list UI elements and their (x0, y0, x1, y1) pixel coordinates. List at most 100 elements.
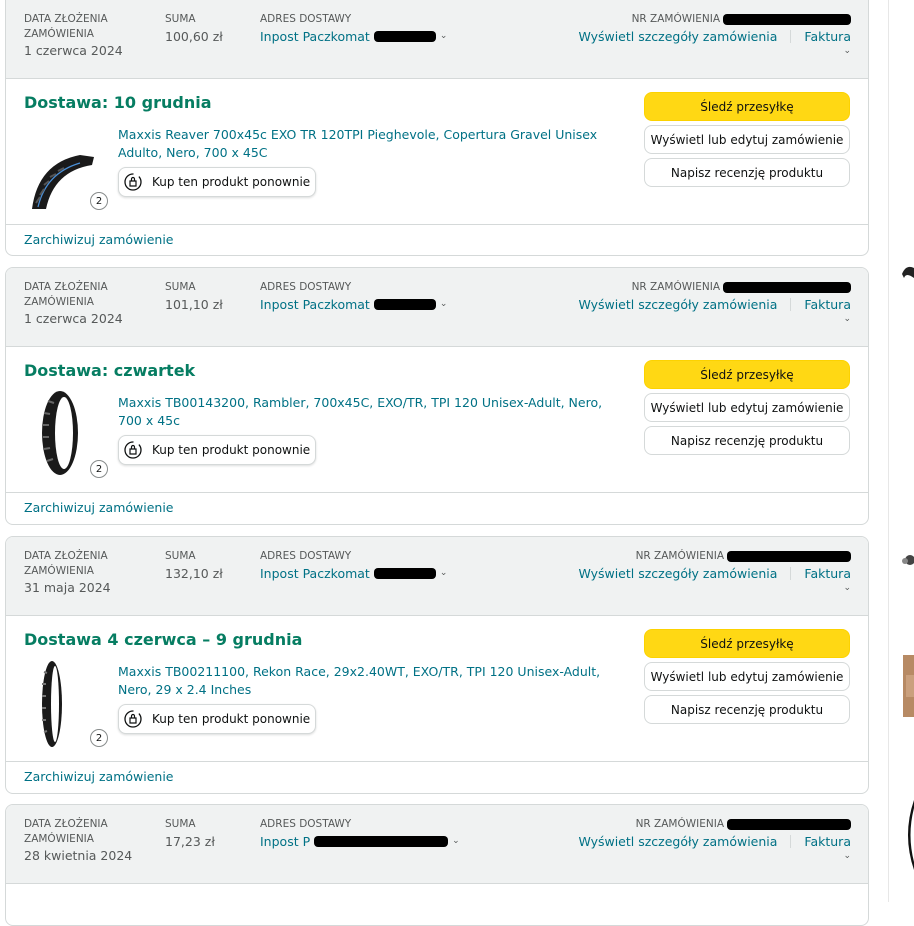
chevron-down-icon: ⌄ (439, 568, 448, 578)
order-date: 1 czerwca 2024 (24, 311, 123, 326)
delivery-status: Dostawa: czwartek (24, 361, 196, 380)
order-card: DATA ZŁOŻENIA ZAMÓWIENIA 31 maja 2024 SU… (5, 536, 869, 794)
buy-again-button[interactable]: Kup ten produkt ponownie (118, 167, 316, 197)
order-body: Dostawa: czwartek 2 Maxxis TB00143200, R… (6, 347, 868, 493)
order-date: 31 maja 2024 (24, 580, 111, 595)
track-package-button[interactable]: Śledź przesyłkę (644, 360, 850, 389)
link-separator (790, 30, 792, 43)
redaction (373, 299, 436, 310)
redaction (373, 31, 436, 42)
order-date: 1 czerwca 2024 (24, 43, 123, 58)
buy-again-icon (124, 173, 142, 191)
sidebar-divider (888, 0, 889, 902)
address-dropdown[interactable]: Inpost Paczkomat ⌄ (260, 296, 447, 313)
redaction (723, 282, 851, 293)
side-product-thumbnail[interactable] (900, 655, 914, 717)
side-product-thumbnail[interactable] (900, 800, 914, 870)
product-title-link[interactable]: Maxxis TB00143200, Rambler, 700x45C, EXO… (118, 394, 628, 430)
order-details-link[interactable]: Wyświetl szczegóły zamówienia (578, 833, 777, 850)
order-card: DATA ZŁOŻENIA ZAMÓWIENIA 1 czerwca 2024 … (5, 0, 869, 256)
address-dropdown[interactable]: Inpost Paczkomat ⌄ (260, 28, 447, 45)
order-total: 17,23 zł (165, 834, 215, 849)
write-review-button[interactable]: Napisz recenzję produktu (644, 426, 850, 455)
chevron-down-icon[interactable]: ⌄ (578, 583, 851, 593)
side-product-thumbnail[interactable] (900, 262, 914, 282)
chevron-down-icon: ⌄ (439, 31, 448, 41)
order-total-label: SUMA (165, 13, 196, 25)
order-total: 101,10 zł (165, 297, 223, 312)
redaction (723, 14, 851, 25)
delivery-status: Dostawa 4 czerwca – 9 grudnia (24, 630, 303, 649)
order-number-label: NR ZAMÓWIENIA (635, 818, 724, 830)
buy-again-icon (124, 441, 142, 459)
write-review-button[interactable]: Napisz recenzję produktu (644, 695, 850, 724)
buy-again-label: Kup ten produkt ponownie (152, 712, 311, 726)
address-label: ADRES DOSTAWY (260, 281, 352, 293)
order-number-label: NR ZAMÓWIENIA (631, 281, 720, 293)
view-edit-order-button[interactable]: Wyświetl lub edytuj zamówienie (644, 125, 850, 154)
invoice-link[interactable]: Faktura (804, 28, 851, 45)
buy-again-label: Kup ten produkt ponownie (152, 175, 311, 189)
order-details-link[interactable]: Wyświetl szczegóły zamówienia (578, 28, 777, 45)
product-image[interactable] (28, 660, 98, 748)
archive-order-link[interactable]: Zarchiwizuj zamówienie (24, 232, 174, 247)
order-total: 132,10 zł (165, 566, 223, 581)
buy-again-button[interactable]: Kup ten produkt ponownie (118, 435, 316, 465)
buy-again-icon (124, 710, 142, 728)
order-header: DATA ZŁOŻENIA ZAMÓWIENIA 28 kwietnia 202… (6, 805, 868, 884)
order-details-link[interactable]: Wyświetl szczegóły zamówienia (578, 296, 777, 313)
side-product-thumbnail[interactable] (900, 550, 914, 570)
order-total-label: SUMA (165, 281, 196, 293)
address-text: Inpost P (260, 834, 311, 849)
address-text: Inpost Paczkomat (260, 29, 370, 44)
buy-again-button[interactable]: Kup ten produkt ponownie (118, 704, 316, 734)
address-label: ADRES DOSTAWY (260, 13, 352, 25)
link-separator (790, 298, 792, 311)
chevron-down-icon[interactable]: ⌄ (578, 314, 851, 324)
redaction (727, 819, 851, 830)
product-title-link[interactable]: Maxxis TB00211100, Rekon Race, 29x2.40WT… (118, 663, 628, 699)
order-date-label: DATA ZŁOŻENIA ZAMÓWIENIA (24, 818, 108, 845)
order-body: Dostawa: 10 grudnia 2 Maxxis Reaver 700x… (6, 79, 868, 225)
chevron-down-icon[interactable]: ⌄ (578, 46, 851, 56)
product-image[interactable] (28, 391, 98, 479)
view-edit-order-button[interactable]: Wyświetl lub edytuj zamówienie (644, 662, 850, 691)
order-date-label: DATA ZŁOŻENIA ZAMÓWIENIA (24, 550, 108, 577)
link-separator (790, 835, 792, 848)
redaction (373, 568, 436, 579)
address-dropdown[interactable]: Inpost Paczkomat ⌄ (260, 565, 447, 582)
address-label: ADRES DOSTAWY (260, 550, 352, 562)
order-total-label: SUMA (165, 550, 196, 562)
invoice-link[interactable]: Faktura (804, 296, 851, 313)
redaction (314, 836, 449, 847)
view-edit-order-button[interactable]: Wyświetl lub edytuj zamówienie (644, 393, 850, 422)
order-date-label: DATA ZŁOŻENIA ZAMÓWIENIA (24, 281, 108, 308)
order-footer: Zarchiwizuj zamówienie (6, 762, 868, 792)
quantity-badge: 2 (90, 460, 108, 478)
link-separator (790, 567, 792, 580)
order-footer: Zarchiwizuj zamówienie (6, 493, 868, 523)
product-title-link[interactable]: Maxxis Reaver 700x45c EXO TR 120TPI Pieg… (118, 126, 628, 162)
order-date-label: DATA ZŁOŻENIA ZAMÓWIENIA (24, 13, 108, 40)
product-image[interactable] (28, 123, 98, 211)
invoice-link[interactable]: Faktura (804, 833, 851, 850)
order-total: 100,60 zł (165, 29, 223, 44)
order-details-link[interactable]: Wyświetl szczegóły zamówienia (578, 565, 777, 582)
write-review-button[interactable]: Napisz recenzję produktu (644, 158, 850, 187)
address-dropdown[interactable]: Inpost P ⌄ (260, 833, 460, 850)
archive-order-link[interactable]: Zarchiwizuj zamówienie (24, 500, 174, 515)
order-body: Dostawa 4 czerwca – 9 grudnia 2 Maxxis T… (6, 616, 868, 762)
track-package-button[interactable]: Śledź przesyłkę (644, 92, 850, 121)
chevron-down-icon: ⌄ (452, 836, 460, 846)
address-text: Inpost Paczkomat (260, 566, 370, 581)
track-package-button[interactable]: Śledź przesyłkę (644, 629, 850, 658)
chevron-down-icon[interactable]: ⌄ (578, 851, 851, 861)
address-text: Inpost Paczkomat (260, 297, 370, 312)
buy-again-label: Kup ten produkt ponownie (152, 443, 311, 457)
archive-order-link[interactable]: Zarchiwizuj zamówienie (24, 769, 174, 784)
address-label: ADRES DOSTAWY (260, 818, 352, 830)
order-header: DATA ZŁOŻENIA ZAMÓWIENIA 1 czerwca 2024 … (6, 0, 868, 79)
order-card: DATA ZŁOŻENIA ZAMÓWIENIA 1 czerwca 2024 … (5, 267, 869, 525)
order-header: DATA ZŁOŻENIA ZAMÓWIENIA 1 czerwca 2024 … (6, 268, 868, 347)
invoice-link[interactable]: Faktura (804, 565, 851, 582)
